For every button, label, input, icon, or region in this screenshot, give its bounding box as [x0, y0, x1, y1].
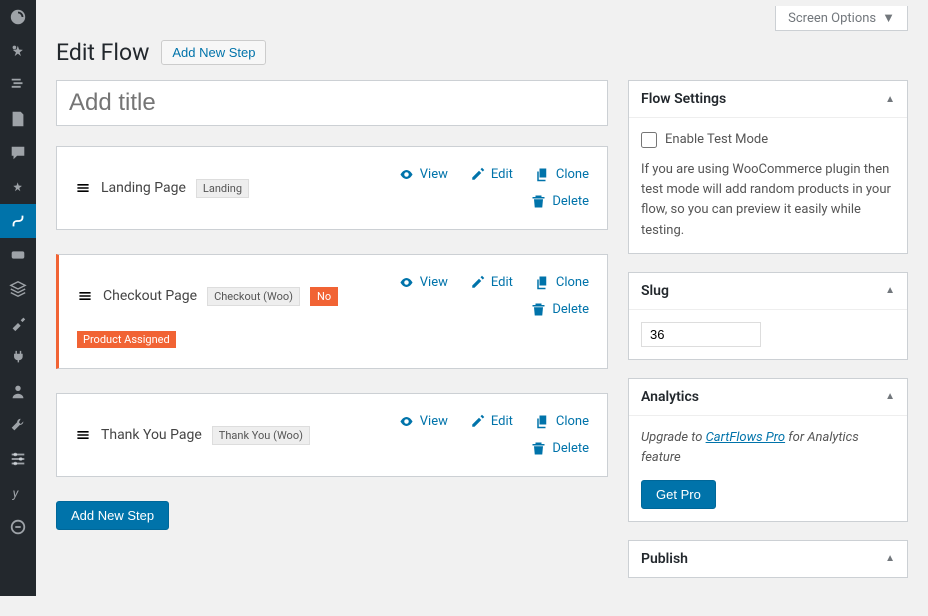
edit-link[interactable]: Edit [470, 275, 513, 290]
add-new-step-bottom-button[interactable]: Add New Step [56, 501, 169, 530]
step-warning-tag: No [310, 287, 338, 306]
copy-icon [535, 275, 550, 290]
sidebar-users[interactable] [0, 374, 36, 408]
pencil-icon [470, 414, 485, 429]
eye-icon [399, 414, 414, 429]
step-card-landing: Landing Page Landing View Edit Clone Del… [56, 146, 608, 230]
view-link[interactable]: View [399, 275, 448, 290]
edit-link[interactable]: Edit [470, 414, 513, 429]
step-name: Checkout Page [103, 288, 197, 304]
clone-link[interactable]: Clone [535, 414, 589, 429]
panel-publish: Publish ▲ [628, 540, 908, 578]
delete-link[interactable]: Delete [531, 302, 589, 317]
panel-title: Flow Settings [641, 91, 726, 107]
edit-link[interactable]: Edit [470, 167, 513, 182]
sidebar-tools[interactable] [0, 408, 36, 442]
step-name: Landing Page [101, 180, 186, 196]
panel-slug: Slug ▲ [628, 272, 908, 360]
trash-icon [531, 441, 546, 456]
delete-link[interactable]: Delete [531, 441, 589, 456]
drag-handle-icon[interactable] [77, 288, 93, 304]
enable-test-mode-checkbox[interactable] [641, 132, 657, 148]
enable-test-mode-label[interactable]: Enable Test Mode [641, 130, 895, 150]
sidebar-pin[interactable] [0, 170, 36, 204]
panel-toggle-flow-settings[interactable]: Flow Settings ▲ [629, 81, 907, 118]
title-input-wrapper [56, 80, 608, 126]
flow-settings-description: If you are using WooCommerce plugin then… [641, 160, 895, 241]
sidebar-woo[interactable] [0, 238, 36, 272]
clone-link[interactable]: Clone [535, 167, 589, 182]
caret-up-icon: ▲ [885, 553, 895, 564]
trash-icon [531, 302, 546, 317]
panel-toggle-slug[interactable]: Slug ▲ [629, 273, 907, 310]
step-card-checkout: Checkout Page Checkout (Woo) No View Edi… [56, 254, 608, 369]
svg-text:y: y [12, 487, 20, 502]
panel-toggle-publish[interactable]: Publish ▲ [629, 541, 907, 577]
pencil-icon [470, 167, 485, 182]
step-type-tag: Thank You (Woo) [212, 426, 310, 445]
step-type-tag: Checkout (Woo) [207, 287, 300, 306]
panel-title: Analytics [641, 389, 699, 405]
step-name: Thank You Page [101, 427, 202, 443]
caret-up-icon: ▲ [885, 391, 895, 402]
panel-title: Publish [641, 551, 688, 567]
copy-icon [535, 414, 550, 429]
panel-toggle-analytics[interactable]: Analytics ▲ [629, 379, 907, 416]
get-pro-button[interactable]: Get Pro [641, 480, 716, 509]
pencil-icon [470, 275, 485, 290]
screen-options-label: Screen Options [788, 11, 876, 26]
step-card-thankyou: Thank You Page Thank You (Woo) View Edit… [56, 393, 608, 477]
analytics-upgrade-prefix: Upgrade to [641, 430, 706, 445]
slug-input[interactable] [641, 322, 761, 347]
add-new-step-top-button[interactable]: Add New Step [161, 40, 266, 65]
sidebar-plugins[interactable] [0, 340, 36, 374]
sidebar-dashboard[interactable] [0, 0, 36, 34]
view-link[interactable]: View [399, 414, 448, 429]
panel-title: Slug [641, 283, 669, 299]
sidebar-pages[interactable] [0, 102, 36, 136]
caret-up-icon: ▲ [885, 94, 895, 105]
sidebar-comments[interactable] [0, 136, 36, 170]
eye-icon [399, 167, 414, 182]
caret-down-icon: ▼ [882, 10, 895, 26]
panel-analytics: Analytics ▲ Upgrade to CartFlows Pro for… [628, 378, 908, 522]
eye-icon [399, 275, 414, 290]
delete-link[interactable]: Delete [531, 194, 589, 209]
drag-handle-icon[interactable] [75, 427, 91, 443]
sidebar-seo[interactable]: y [0, 476, 36, 510]
product-assigned-badge: Product Assigned [77, 331, 176, 348]
screen-options-toggle[interactable]: Screen Options ▼ [775, 6, 908, 31]
step-type-tag: Landing [196, 179, 249, 198]
page-title: Edit Flow [56, 39, 149, 66]
panel-flow-settings: Flow Settings ▲ Enable Test Mode If you … [628, 80, 908, 254]
copy-icon [535, 167, 550, 182]
admin-sidebar: y [0, 0, 36, 596]
flow-title-input[interactable] [57, 81, 607, 125]
caret-up-icon: ▲ [885, 285, 895, 296]
sidebar-collapse[interactable] [0, 510, 36, 544]
sidebar-products[interactable] [0, 272, 36, 306]
drag-handle-icon[interactable] [75, 180, 91, 196]
sidebar-appearance[interactable] [0, 306, 36, 340]
trash-icon [531, 194, 546, 209]
sidebar-posts[interactable] [0, 34, 36, 68]
cartflows-pro-link[interactable]: CartFlows Pro [706, 430, 785, 445]
sidebar-media[interactable] [0, 68, 36, 102]
view-link[interactable]: View [399, 167, 448, 182]
clone-link[interactable]: Clone [535, 275, 589, 290]
sidebar-settings[interactable] [0, 442, 36, 476]
sidebar-cartflows[interactable] [0, 204, 36, 238]
